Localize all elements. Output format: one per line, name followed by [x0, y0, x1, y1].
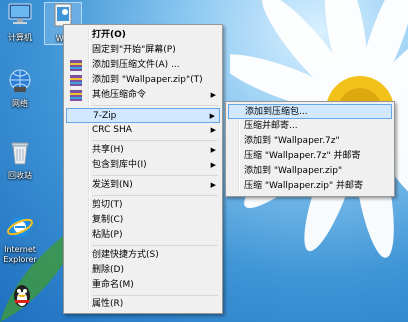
desktop-icon-label: 网络 [12, 99, 28, 108]
network-icon [9, 69, 31, 92]
menu-separator [92, 195, 218, 196]
chevron-right-icon: ▶ [210, 146, 216, 154]
menu-item-label: 添加到 "Wallpaper.zip" [244, 166, 343, 176]
menu-separator [92, 245, 218, 246]
menu-item-label: 粘贴(P) [92, 230, 123, 240]
menu-item-7zip[interactable]: 7-Zip ▶ [66, 108, 220, 123]
menu-item-delete[interactable]: 删除(D) [66, 263, 220, 278]
chevron-right-icon: ▶ [210, 91, 216, 99]
submenu-item-compress-7z-email[interactable]: 压缩 "Wallpaper.7z" 并邮寄 [228, 149, 392, 164]
submenu-item-compress-and-email[interactable]: 压缩并邮寄... [228, 119, 392, 134]
desktop-icon-network[interactable]: 网络 [2, 68, 38, 109]
submenu-item-add-to-7z[interactable]: 添加到 "Wallpaper.7z" [228, 134, 392, 149]
menu-item-label: 其他压缩命令 [92, 90, 147, 100]
menu-item-other-compress[interactable]: 其他压缩命令 ▶ [66, 88, 220, 103]
menu-item-label: 发送到(N) [92, 180, 133, 190]
menu-item-label: 添加到压缩包... [245, 107, 308, 117]
desktop-icon-internet-explorer[interactable]: Internet Explorer [0, 214, 40, 265]
menu-item-label: 添加到 "Wallpaper.zip"(T) [92, 75, 203, 85]
chevron-right-icon: ▶ [210, 181, 216, 189]
menu-item-include-in-library[interactable]: 包含到库中(I) ▶ [66, 158, 220, 173]
recycle-bin-icon [11, 142, 29, 165]
submenu-item-add-to-archive[interactable]: 添加到压缩包... [228, 104, 392, 119]
menu-item-label: 打开(O) [92, 30, 126, 40]
menu-item-label: 删除(D) [92, 265, 124, 275]
computer-icon [8, 3, 32, 24]
desktop-icon-computer[interactable]: 计算机 [2, 2, 38, 43]
menu-item-label: 共享(H) [92, 145, 124, 155]
menu-item-create-shortcut[interactable]: 创建快捷方式(S) [66, 248, 220, 263]
menu-item-label: 重命名(M) [92, 280, 134, 290]
menu-item-label: 创建快捷方式(S) [92, 250, 159, 260]
menu-item-cut[interactable]: 剪切(T) [66, 198, 220, 213]
menu-item-label: 添加到 "Wallpaper.7z" [244, 136, 340, 146]
desktop-icon-label: Internet Explorer [3, 245, 37, 264]
menu-separator [92, 140, 218, 141]
archive-icon [70, 75, 82, 86]
menu-item-label: CRC SHA [92, 125, 132, 135]
internet-explorer-icon [7, 217, 33, 237]
submenu-7zip: 添加到压缩包... 压缩并邮寄... 添加到 "Wallpaper.7z" 压缩… [225, 101, 395, 197]
desktop-icon-qq[interactable] [4, 282, 40, 313]
menu-item-open[interactable]: 打开(O) [66, 28, 220, 43]
menu-item-add-to-zip[interactable]: 添加到 "Wallpaper.zip"(T) [66, 73, 220, 88]
menu-item-send-to[interactable]: 发送到(N) ▶ [66, 178, 220, 193]
menu-item-label: 压缩 "Wallpaper.7z" 并邮寄 [244, 151, 361, 161]
menu-separator [92, 175, 218, 176]
menu-separator [92, 105, 218, 106]
archive-icon [70, 90, 82, 101]
menu-item-label: 剪切(T) [92, 200, 123, 210]
menu-separator [92, 295, 218, 296]
menu-item-properties[interactable]: 属性(R) [66, 297, 220, 312]
menu-item-paste[interactable]: 粘贴(P) [66, 228, 220, 243]
menu-item-pin-to-start[interactable]: 固定到"开始"屏幕(P) [66, 43, 220, 58]
submenu-item-add-to-zip[interactable]: 添加到 "Wallpaper.zip" [228, 164, 392, 179]
chevron-right-icon: ▶ [209, 112, 215, 120]
qq-penguin-icon [14, 285, 30, 307]
menu-item-label: 添加到压缩文件(A) ... [92, 60, 180, 70]
chevron-right-icon: ▶ [210, 126, 216, 134]
menu-item-label: 包含到库中(I) [92, 160, 147, 170]
archive-icon [70, 60, 82, 71]
menu-item-add-to-archive[interactable]: 添加到压缩文件(A) ... [66, 58, 220, 73]
menu-item-label: 复制(C) [92, 215, 124, 225]
menu-item-label: 压缩 "Wallpaper.zip" 并邮寄 [244, 181, 363, 191]
menu-item-label: 7-Zip [93, 111, 117, 121]
desktop-icon-label: 回收站 [8, 171, 32, 180]
submenu-item-compress-zip-email[interactable]: 压缩 "Wallpaper.zip" 并邮寄 [228, 179, 392, 194]
menu-item-label: 固定到"开始"屏幕(P) [92, 45, 176, 55]
menu-item-copy[interactable]: 复制(C) [66, 213, 220, 228]
chevron-right-icon: ▶ [210, 161, 216, 169]
menu-item-crc-sha[interactable]: CRC SHA ▶ [66, 123, 220, 138]
desktop-icon-label: 计算机 [8, 33, 32, 42]
menu-item-label: 属性(R) [92, 299, 124, 309]
menu-item-share[interactable]: 共享(H) ▶ [66, 143, 220, 158]
menu-item-rename[interactable]: 重命名(M) [66, 278, 220, 293]
context-menu: 打开(O) 固定到"开始"屏幕(P) 添加到压缩文件(A) ... 添加到 "W… [63, 24, 223, 314]
desktop-icon-recycle-bin[interactable]: 回收站 [2, 140, 38, 181]
menu-item-label: 压缩并邮寄... [244, 121, 298, 131]
